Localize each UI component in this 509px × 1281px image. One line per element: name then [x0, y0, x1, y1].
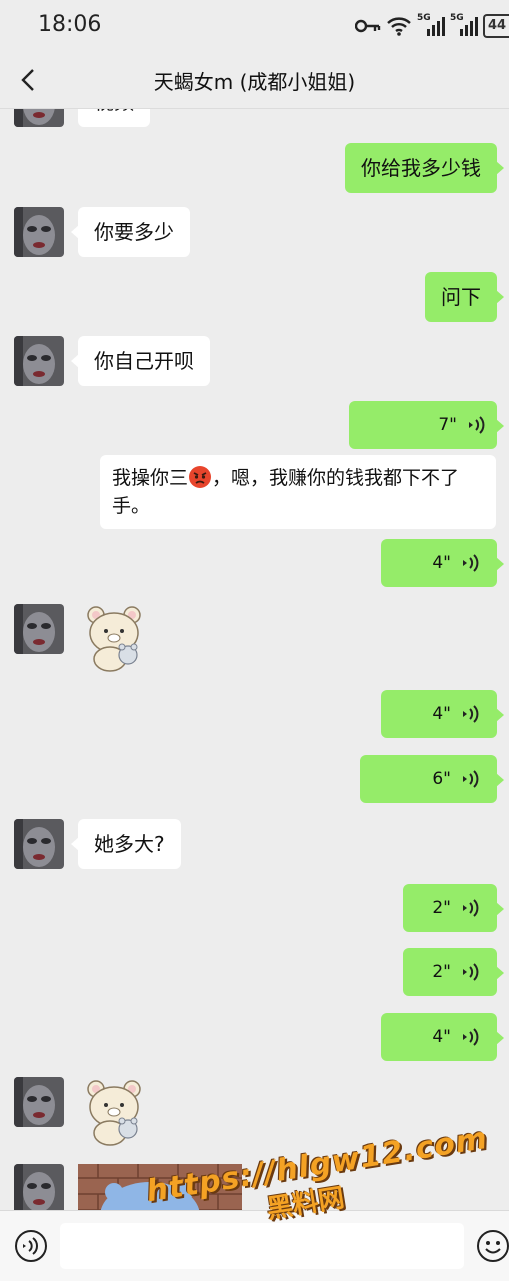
voice-duration: 2" — [432, 898, 451, 918]
message-input[interactable] — [60, 1223, 464, 1269]
status-time: 18:06 — [38, 12, 102, 37]
message-bubble-incoming[interactable]: 你自己开呗 — [71, 336, 210, 386]
voice-duration: 2" — [432, 962, 451, 982]
cell-signal-icon — [427, 17, 445, 36]
voice-duration: 7" — [438, 415, 457, 435]
battery-level: 44 — [487, 18, 507, 33]
wifi-icon — [387, 17, 411, 36]
message-bubble-outgoing[interactable]: 你给我多少钱 — [345, 143, 504, 193]
photo-thumbnail[interactable] — [78, 1164, 242, 1210]
voice-wave-icon — [463, 1028, 479, 1046]
message-bubble-incoming[interactable]: 她多大? — [71, 819, 181, 869]
emoji-icon[interactable] — [476, 1229, 509, 1263]
message-bubble-outgoing[interactable]: 问下 — [425, 272, 504, 322]
key-icon — [355, 19, 381, 33]
voice-wave-icon — [463, 705, 479, 723]
voice-duration: 4" — [432, 704, 451, 724]
transcript-text-before: 我操你三 — [112, 467, 189, 489]
voice-message[interactable]: 2" — [403, 884, 504, 932]
angry-face-icon — [188, 465, 212, 489]
message-text: 问下 — [441, 285, 481, 309]
status-bar: 18:06 5G 5G 44 — [0, 0, 509, 52]
voice-message[interactable]: 2" — [403, 948, 504, 996]
contact-avatar[interactable] — [14, 207, 64, 257]
message-bubble-incoming[interactable]: 你要多少 — [71, 207, 190, 257]
voice-message[interactable]: 7" — [349, 401, 504, 449]
message-bubble-incoming[interactable]: 视频 — [78, 109, 150, 127]
voice-duration: 4" — [432, 553, 451, 573]
bear-sticker[interactable] — [84, 1077, 146, 1147]
chat-title: 天蝎女m (成都小姐姐) — [153, 70, 356, 94]
contact-avatar[interactable] — [14, 336, 64, 386]
contact-avatar[interactable] — [14, 109, 64, 127]
voice-message[interactable]: 4" — [381, 539, 504, 587]
voice-input-icon[interactable] — [14, 1229, 48, 1263]
voice-duration: 6" — [432, 769, 451, 789]
contact-avatar[interactable] — [14, 819, 64, 869]
message-text: 她多大? — [94, 832, 165, 856]
cell-signal-icon — [460, 17, 478, 36]
cell-signal-2: 5G — [450, 13, 478, 37]
voice-wave-icon — [463, 899, 479, 917]
voice-wave-icon — [463, 963, 479, 981]
message-list[interactable]: 视频 你给我多少钱 你要多少 问下 你自己开呗 7" 我操你三，嗯，我赚你的钱我… — [0, 109, 509, 1210]
message-text: 你要多少 — [94, 220, 174, 244]
cell-signal-1: 5G — [417, 13, 445, 37]
message-text: 你给我多少钱 — [361, 156, 481, 180]
voice-wave-icon — [463, 770, 479, 788]
voice-message[interactable]: 6" — [360, 755, 504, 803]
voice-message[interactable]: 4" — [381, 1013, 504, 1061]
chat-header: 天蝎女m (成都小姐姐) — [0, 52, 509, 109]
message-text: 你自己开呗 — [94, 349, 194, 373]
voice-wave-icon — [469, 416, 485, 434]
contact-avatar[interactable] — [14, 1164, 64, 1210]
battery-icon: 44 — [483, 14, 509, 38]
status-icons: 5G 5G 44 — [355, 13, 509, 38]
message-text: 视频 — [94, 109, 134, 114]
voice-wave-icon — [463, 554, 479, 572]
voice-duration: 4" — [432, 1027, 451, 1047]
voice-transcript[interactable]: 我操你三 ，嗯，我赚你的钱我都下不了手。 — [100, 455, 496, 529]
voice-message[interactable]: 4" — [381, 690, 504, 738]
contact-avatar[interactable] — [14, 1077, 64, 1127]
contact-avatar[interactable] — [14, 604, 64, 654]
bear-sticker[interactable] — [84, 603, 146, 673]
input-bar — [0, 1210, 509, 1281]
